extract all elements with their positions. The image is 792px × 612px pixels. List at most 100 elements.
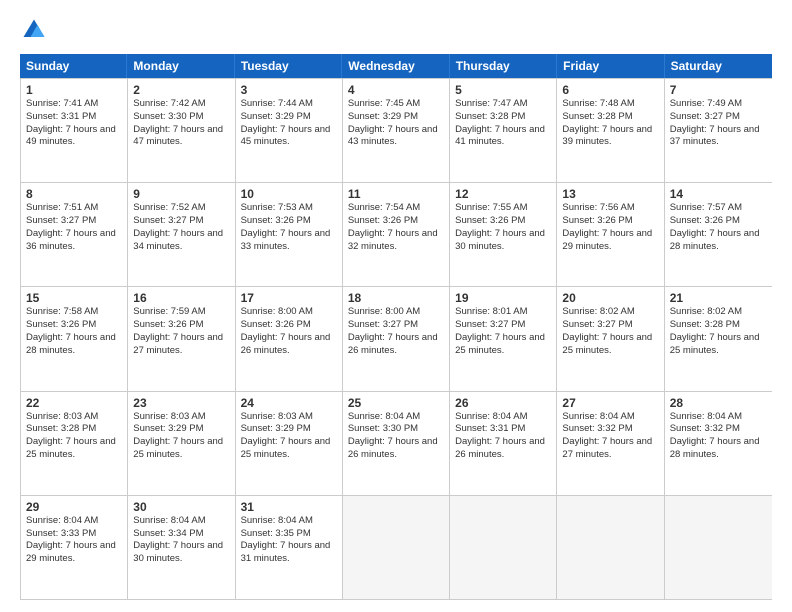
day-cell-16: 16Sunrise: 7:59 AMSunset: 3:26 PMDayligh…	[128, 287, 235, 390]
day-number: 5	[455, 83, 551, 97]
day-number: 19	[455, 291, 551, 305]
cell-details: Sunrise: 7:42 AMSunset: 3:30 PMDaylight:…	[133, 98, 229, 149]
day-cell-17: 17Sunrise: 8:00 AMSunset: 3:26 PMDayligh…	[236, 287, 343, 390]
empty-cell	[343, 496, 450, 599]
day-cell-7: 7Sunrise: 7:49 AMSunset: 3:27 PMDaylight…	[665, 79, 772, 182]
day-cell-28: 28Sunrise: 8:04 AMSunset: 3:32 PMDayligh…	[665, 392, 772, 495]
cell-details: Sunrise: 7:59 AMSunset: 3:26 PMDaylight:…	[133, 306, 229, 357]
day-cell-11: 11Sunrise: 7:54 AMSunset: 3:26 PMDayligh…	[343, 183, 450, 286]
day-cell-25: 25Sunrise: 8:04 AMSunset: 3:30 PMDayligh…	[343, 392, 450, 495]
cell-details: Sunrise: 8:00 AMSunset: 3:27 PMDaylight:…	[348, 306, 444, 357]
cell-details: Sunrise: 7:51 AMSunset: 3:27 PMDaylight:…	[26, 202, 122, 253]
day-number: 22	[26, 396, 122, 410]
logo-icon	[20, 16, 48, 44]
calendar-header: SundayMondayTuesdayWednesdayThursdayFrid…	[20, 54, 772, 78]
day-cell-12: 12Sunrise: 7:55 AMSunset: 3:26 PMDayligh…	[450, 183, 557, 286]
day-header-friday: Friday	[557, 54, 664, 78]
day-number: 4	[348, 83, 444, 97]
day-number: 17	[241, 291, 337, 305]
day-number: 30	[133, 500, 229, 514]
cell-details: Sunrise: 8:04 AMSunset: 3:32 PMDaylight:…	[670, 411, 767, 462]
cell-details: Sunrise: 7:45 AMSunset: 3:29 PMDaylight:…	[348, 98, 444, 149]
day-number: 27	[562, 396, 658, 410]
cell-details: Sunrise: 7:58 AMSunset: 3:26 PMDaylight:…	[26, 306, 122, 357]
calendar-page: SundayMondayTuesdayWednesdayThursdayFrid…	[0, 0, 792, 612]
cell-details: Sunrise: 8:00 AMSunset: 3:26 PMDaylight:…	[241, 306, 337, 357]
day-number: 24	[241, 396, 337, 410]
day-number: 12	[455, 187, 551, 201]
day-number: 3	[241, 83, 337, 97]
day-cell-27: 27Sunrise: 8:04 AMSunset: 3:32 PMDayligh…	[557, 392, 664, 495]
calendar-row-3: 15Sunrise: 7:58 AMSunset: 3:26 PMDayligh…	[21, 286, 772, 390]
cell-details: Sunrise: 7:54 AMSunset: 3:26 PMDaylight:…	[348, 202, 444, 253]
header	[20, 16, 772, 44]
day-header-saturday: Saturday	[665, 54, 772, 78]
cell-details: Sunrise: 7:48 AMSunset: 3:28 PMDaylight:…	[562, 98, 658, 149]
cell-details: Sunrise: 8:04 AMSunset: 3:33 PMDaylight:…	[26, 515, 122, 566]
cell-details: Sunrise: 8:04 AMSunset: 3:31 PMDaylight:…	[455, 411, 551, 462]
cell-details: Sunrise: 7:47 AMSunset: 3:28 PMDaylight:…	[455, 98, 551, 149]
cell-details: Sunrise: 8:03 AMSunset: 3:29 PMDaylight:…	[241, 411, 337, 462]
cell-details: Sunrise: 8:03 AMSunset: 3:28 PMDaylight:…	[26, 411, 122, 462]
day-cell-9: 9Sunrise: 7:52 AMSunset: 3:27 PMDaylight…	[128, 183, 235, 286]
cell-details: Sunrise: 8:04 AMSunset: 3:32 PMDaylight:…	[562, 411, 658, 462]
day-number: 1	[26, 83, 122, 97]
calendar-row-5: 29Sunrise: 8:04 AMSunset: 3:33 PMDayligh…	[21, 495, 772, 599]
day-cell-5: 5Sunrise: 7:47 AMSunset: 3:28 PMDaylight…	[450, 79, 557, 182]
cell-details: Sunrise: 7:55 AMSunset: 3:26 PMDaylight:…	[455, 202, 551, 253]
day-cell-6: 6Sunrise: 7:48 AMSunset: 3:28 PMDaylight…	[557, 79, 664, 182]
cell-details: Sunrise: 7:56 AMSunset: 3:26 PMDaylight:…	[562, 202, 658, 253]
day-cell-21: 21Sunrise: 8:02 AMSunset: 3:28 PMDayligh…	[665, 287, 772, 390]
day-number: 29	[26, 500, 122, 514]
day-cell-23: 23Sunrise: 8:03 AMSunset: 3:29 PMDayligh…	[128, 392, 235, 495]
day-cell-1: 1Sunrise: 7:41 AMSunset: 3:31 PMDaylight…	[21, 79, 128, 182]
day-number: 16	[133, 291, 229, 305]
cell-details: Sunrise: 7:44 AMSunset: 3:29 PMDaylight:…	[241, 98, 337, 149]
cell-details: Sunrise: 8:02 AMSunset: 3:28 PMDaylight:…	[670, 306, 767, 357]
day-cell-3: 3Sunrise: 7:44 AMSunset: 3:29 PMDaylight…	[236, 79, 343, 182]
calendar-body: 1Sunrise: 7:41 AMSunset: 3:31 PMDaylight…	[20, 78, 772, 600]
day-cell-4: 4Sunrise: 7:45 AMSunset: 3:29 PMDaylight…	[343, 79, 450, 182]
empty-cell	[665, 496, 772, 599]
day-number: 28	[670, 396, 767, 410]
day-number: 18	[348, 291, 444, 305]
calendar-row-4: 22Sunrise: 8:03 AMSunset: 3:28 PMDayligh…	[21, 391, 772, 495]
cell-details: Sunrise: 7:49 AMSunset: 3:27 PMDaylight:…	[670, 98, 767, 149]
day-cell-2: 2Sunrise: 7:42 AMSunset: 3:30 PMDaylight…	[128, 79, 235, 182]
day-cell-10: 10Sunrise: 7:53 AMSunset: 3:26 PMDayligh…	[236, 183, 343, 286]
day-header-tuesday: Tuesday	[235, 54, 342, 78]
day-cell-20: 20Sunrise: 8:02 AMSunset: 3:27 PMDayligh…	[557, 287, 664, 390]
cell-details: Sunrise: 8:04 AMSunset: 3:34 PMDaylight:…	[133, 515, 229, 566]
day-number: 9	[133, 187, 229, 201]
day-number: 11	[348, 187, 444, 201]
calendar-row-2: 8Sunrise: 7:51 AMSunset: 3:27 PMDaylight…	[21, 182, 772, 286]
empty-cell	[557, 496, 664, 599]
cell-details: Sunrise: 8:04 AMSunset: 3:35 PMDaylight:…	[241, 515, 337, 566]
day-number: 2	[133, 83, 229, 97]
day-cell-30: 30Sunrise: 8:04 AMSunset: 3:34 PMDayligh…	[128, 496, 235, 599]
empty-cell	[450, 496, 557, 599]
cell-details: Sunrise: 7:53 AMSunset: 3:26 PMDaylight:…	[241, 202, 337, 253]
logo	[20, 16, 52, 44]
day-header-thursday: Thursday	[450, 54, 557, 78]
day-cell-24: 24Sunrise: 8:03 AMSunset: 3:29 PMDayligh…	[236, 392, 343, 495]
calendar-row-1: 1Sunrise: 7:41 AMSunset: 3:31 PMDaylight…	[21, 78, 772, 182]
day-header-monday: Monday	[127, 54, 234, 78]
day-number: 25	[348, 396, 444, 410]
day-cell-19: 19Sunrise: 8:01 AMSunset: 3:27 PMDayligh…	[450, 287, 557, 390]
day-cell-18: 18Sunrise: 8:00 AMSunset: 3:27 PMDayligh…	[343, 287, 450, 390]
day-cell-29: 29Sunrise: 8:04 AMSunset: 3:33 PMDayligh…	[21, 496, 128, 599]
cell-details: Sunrise: 7:41 AMSunset: 3:31 PMDaylight:…	[26, 98, 122, 149]
cell-details: Sunrise: 8:01 AMSunset: 3:27 PMDaylight:…	[455, 306, 551, 357]
day-cell-8: 8Sunrise: 7:51 AMSunset: 3:27 PMDaylight…	[21, 183, 128, 286]
day-number: 21	[670, 291, 767, 305]
day-number: 10	[241, 187, 337, 201]
day-cell-22: 22Sunrise: 8:03 AMSunset: 3:28 PMDayligh…	[21, 392, 128, 495]
day-number: 23	[133, 396, 229, 410]
day-number: 14	[670, 187, 767, 201]
day-number: 20	[562, 291, 658, 305]
day-cell-31: 31Sunrise: 8:04 AMSunset: 3:35 PMDayligh…	[236, 496, 343, 599]
calendar: SundayMondayTuesdayWednesdayThursdayFrid…	[20, 54, 772, 600]
cell-details: Sunrise: 7:57 AMSunset: 3:26 PMDaylight:…	[670, 202, 767, 253]
day-cell-15: 15Sunrise: 7:58 AMSunset: 3:26 PMDayligh…	[21, 287, 128, 390]
